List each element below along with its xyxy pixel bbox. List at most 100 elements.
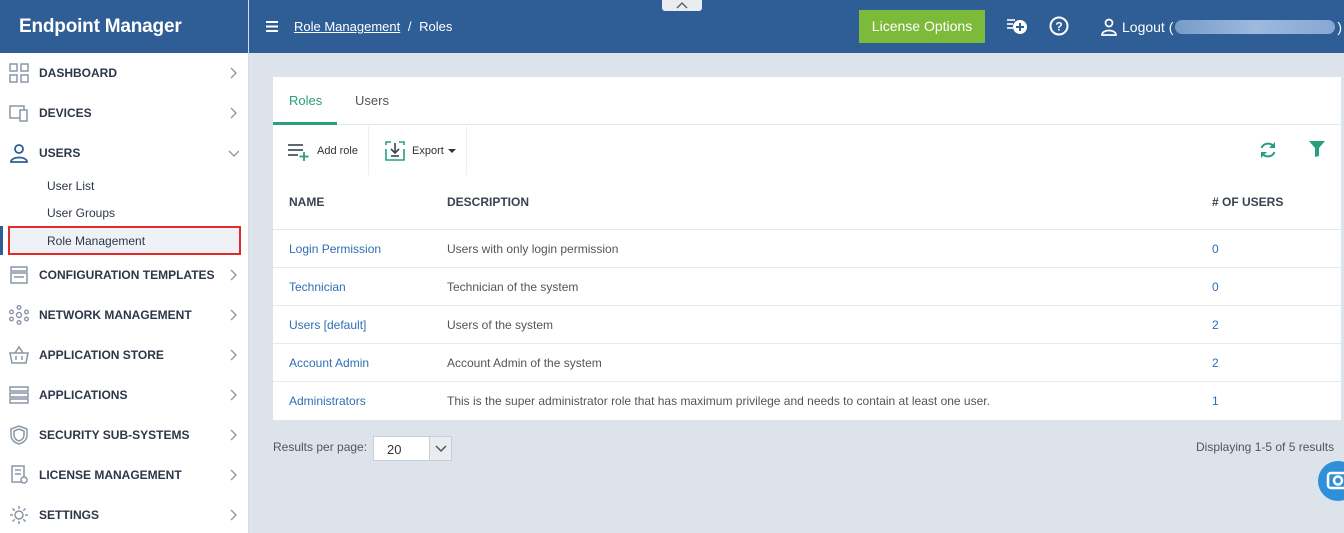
svg-text:?: ?: [1055, 20, 1062, 34]
role-name-link[interactable]: Account Admin: [289, 356, 369, 370]
sidebar-item-dashboard[interactable]: DASHBOARD: [0, 53, 249, 93]
network-icon: [8, 305, 30, 325]
dropdown-arrow: [429, 437, 451, 460]
role-users-count-link[interactable]: 2: [1212, 318, 1219, 332]
refresh-icon[interactable]: [1258, 140, 1278, 160]
chevron-right-icon: [230, 429, 237, 441]
chevron-right-icon: [230, 107, 237, 119]
logout-button[interactable]: Logout ( ): [1100, 18, 1342, 36]
chevron-right-icon: [230, 509, 237, 521]
sidebar-item-settings[interactable]: SETTINGS: [0, 495, 249, 533]
column-header-description[interactable]: DESCRIPTION: [447, 195, 529, 209]
redacted-username: [1175, 20, 1336, 34]
collapse-header-button[interactable]: [662, 0, 702, 11]
breadcrumb: Role Management / Roles: [294, 19, 452, 34]
sidebar-item-label: SECURITY SUB-SYSTEMS: [39, 428, 190, 442]
sidebar-item-security-sub-systems[interactable]: SECURITY SUB-SYSTEMS: [0, 415, 249, 455]
table-row: Account Admin Account Admin of the syste…: [273, 344, 1341, 382]
sidebar-item-license-management[interactable]: LICENSE MANAGEMENT: [0, 455, 249, 495]
breadcrumb-current: Roles: [419, 19, 453, 34]
license-options-button[interactable]: License Options: [859, 10, 985, 43]
logout-label: Logout (: [1122, 19, 1174, 35]
hamburger-menu-icon[interactable]: [265, 19, 279, 33]
sidebar-subitem-role-management[interactable]: Role Management: [8, 226, 241, 255]
role-name-link[interactable]: Administrators: [289, 394, 366, 408]
table-row: Login Permission Users with only login p…: [273, 230, 1341, 268]
sidebar-item-label: USERS: [39, 146, 81, 160]
chevron-up-icon: [676, 2, 688, 9]
app-title: Endpoint Manager: [0, 0, 248, 53]
templates-icon: [8, 265, 30, 285]
table-row: Administrators This is the super adminis…: [273, 382, 1341, 420]
user-icon: [8, 143, 30, 163]
sidebar-subitem-user-list[interactable]: User List: [47, 179, 94, 193]
active-indicator: [0, 226, 3, 255]
breadcrumb-link-role-management[interactable]: Role Management: [294, 19, 400, 34]
gear-icon: [8, 505, 30, 525]
sidebar-subitem-label: Role Management: [47, 234, 146, 248]
export-icon: [385, 140, 405, 161]
role-users-count-link[interactable]: 1: [1212, 394, 1219, 408]
chevron-right-icon: [230, 67, 237, 79]
add-role-button[interactable]: Add role: [287, 126, 358, 175]
add-list-icon: [288, 143, 309, 161]
role-description: Account Admin of the system: [447, 356, 602, 370]
top-bar: Role Management / Roles License Options …: [249, 0, 1344, 53]
applications-icon: [8, 385, 30, 405]
export-label: Export: [412, 144, 444, 157]
sidebar-item-label: NETWORK MANAGEMENT: [39, 308, 192, 322]
sidebar-item-label: APPLICATIONS: [39, 388, 128, 402]
breadcrumb-separator: /: [407, 19, 412, 34]
role-name-link[interactable]: Users [default]: [289, 318, 366, 332]
export-button[interactable]: Export: [384, 126, 457, 175]
store-basket-icon: [8, 345, 30, 365]
chevron-down-icon: [435, 445, 447, 453]
column-header-users[interactable]: # OF USERS: [1212, 195, 1283, 209]
chevron-right-icon: [230, 309, 237, 321]
table-row: Users [default] Users of the system 2: [273, 306, 1341, 344]
sidebar-item-devices[interactable]: DEVICES: [0, 93, 249, 133]
role-name-link[interactable]: Technician: [289, 280, 346, 294]
chevron-right-icon: [230, 469, 237, 481]
logout-label-close: ): [1337, 19, 1343, 35]
results-per-page-value: 20: [387, 442, 402, 457]
add-role-label: Add role: [317, 144, 358, 157]
sidebar-item-applications[interactable]: APPLICATIONS: [0, 375, 249, 415]
role-users-count-link[interactable]: 0: [1212, 280, 1219, 294]
chevron-right-icon: [230, 269, 237, 281]
role-users-count-link[interactable]: 2: [1212, 356, 1219, 370]
shield-icon: [8, 425, 30, 445]
license-icon: [8, 465, 30, 485]
sidebar-item-label: SETTINGS: [39, 508, 100, 522]
tab-roles[interactable]: Roles: [289, 93, 322, 108]
chevron-down-icon: [228, 150, 239, 157]
sidebar-item-configuration-templates[interactable]: CONFIGURATION TEMPLATES: [0, 255, 249, 295]
tab-users[interactable]: Users: [355, 93, 389, 108]
results-per-page-select[interactable]: 20: [373, 436, 452, 461]
sidebar-item-network-management[interactable]: NETWORK MANAGEMENT: [0, 295, 249, 335]
toolbar-divider: [466, 126, 467, 175]
table-row: Technician Technician of the system 0: [273, 268, 1341, 306]
add-task-icon[interactable]: [1006, 15, 1028, 37]
camera-icon: [1326, 471, 1344, 490]
toolbar-divider: [368, 126, 369, 175]
user-icon: [1101, 18, 1117, 36]
role-description: Technician of the system: [447, 280, 579, 294]
sidebar-item-application-store[interactable]: APPLICATION STORE: [0, 335, 249, 375]
help-icon[interactable]: ?: [1048, 15, 1070, 37]
sidebar-item-users[interactable]: USERS: [0, 133, 249, 173]
screenshot-button[interactable]: [1318, 461, 1344, 501]
role-description: Users of the system: [447, 318, 554, 332]
roles-panel: Roles Users Add role Export NAME DESCRIP…: [273, 77, 1341, 420]
role-users-count-link[interactable]: 0: [1212, 242, 1219, 256]
sidebar-subitem-user-groups[interactable]: User Groups: [47, 206, 115, 220]
sidebar-item-label: CONFIGURATION TEMPLATES: [39, 268, 215, 282]
role-description: Users with only login permission: [447, 242, 619, 256]
column-header-name[interactable]: NAME: [289, 195, 324, 209]
filter-icon[interactable]: [1308, 140, 1326, 158]
sidebar-item-label: LICENSE MANAGEMENT: [39, 468, 182, 482]
role-name-link[interactable]: Login Permission: [289, 242, 381, 256]
devices-icon: [8, 103, 30, 123]
table-header: NAME DESCRIPTION # OF USERS: [273, 176, 1341, 230]
sidebar-item-label: DEVICES: [39, 106, 92, 120]
